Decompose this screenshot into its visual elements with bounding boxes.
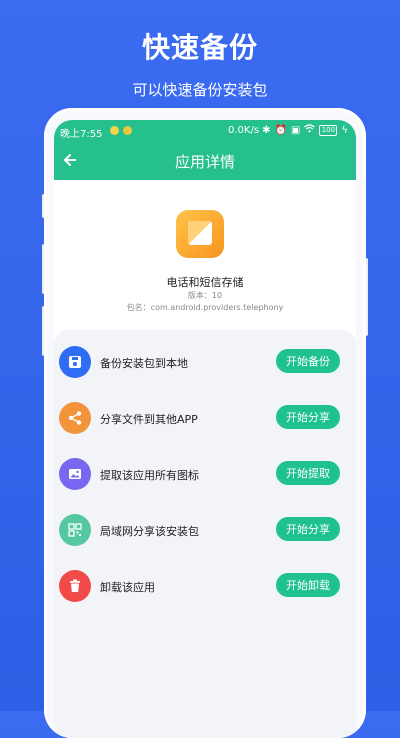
app-icon xyxy=(176,210,224,258)
alarm-icon: ⏰ xyxy=(274,124,287,136)
action-label: 分享文件到其他APP xyxy=(100,413,198,426)
start-share-button[interactable]: 开始分享 xyxy=(276,405,340,429)
actions-panel: 备份安装包到本地 开始备份 分享文件到其他APP 开始分享 提取该应用所有图标 … xyxy=(54,330,356,738)
phone-screen: 晚上7:55 0.0K/s ✱ ⏰ ▣ 100 ϟ 应用详情 电话和短信存储 版… xyxy=(54,120,356,738)
qr-icon xyxy=(59,514,91,546)
action-row-share[interactable]: 分享文件到其他APP 开始分享 xyxy=(54,398,356,438)
app-version: 版本：10 xyxy=(187,291,223,300)
start-backup-button[interactable]: 开始备份 xyxy=(276,349,340,373)
start-extract-button[interactable]: 开始提取 xyxy=(276,461,340,485)
action-row-lan-share[interactable]: 局域网分享该安装包 开始分享 xyxy=(54,510,356,550)
action-label: 提取该应用所有图标 xyxy=(100,469,199,482)
promo-subtitle: 可以快速备份安装包 xyxy=(132,81,268,99)
app-name: 电话和短信存储 xyxy=(166,276,244,289)
battery-icon: 100 xyxy=(319,124,338,136)
trash-icon xyxy=(59,570,91,602)
action-row-backup[interactable]: 备份安装包到本地 开始备份 xyxy=(54,342,356,382)
network-speed: 0.0K/s xyxy=(228,125,260,136)
app-bar: 应用详情 xyxy=(54,142,356,180)
action-row-extract-icons[interactable]: 提取该应用所有图标 开始提取 xyxy=(54,454,356,494)
status-bar: 晚上7:55 0.0K/s ✱ ⏰ ▣ 100 ϟ xyxy=(54,120,356,142)
charging-icon: ϟ xyxy=(341,124,348,136)
bluetooth-icon: ✱ xyxy=(262,124,271,136)
action-label: 备份安装包到本地 xyxy=(100,357,188,370)
status-time: 晚上7:55 xyxy=(60,129,103,140)
action-label: 局域网分享该安装包 xyxy=(100,525,199,538)
action-row-uninstall[interactable]: 卸载该应用 开始卸载 xyxy=(54,566,356,606)
notification-icon xyxy=(110,126,119,135)
notification-icon xyxy=(123,126,132,135)
share-icon xyxy=(59,402,91,434)
wifi-icon xyxy=(304,124,316,136)
promo-title: 快速备份 xyxy=(141,31,258,64)
app-package-name: 包名：com.android.providers.telephony xyxy=(126,303,284,312)
page-title: 应用详情 xyxy=(174,153,235,171)
start-uninstall-button[interactable]: 开始卸载 xyxy=(276,573,340,597)
action-label: 卸载该应用 xyxy=(100,581,155,594)
sim-icon: ▣ xyxy=(290,124,301,136)
save-icon xyxy=(59,346,91,378)
start-lan-share-button[interactable]: 开始分享 xyxy=(276,517,340,541)
phone-frame: 晚上7:55 0.0K/s ✱ ⏰ ▣ 100 ϟ 应用详情 电话和短信存储 版… xyxy=(44,108,366,738)
image-icon xyxy=(59,458,91,490)
